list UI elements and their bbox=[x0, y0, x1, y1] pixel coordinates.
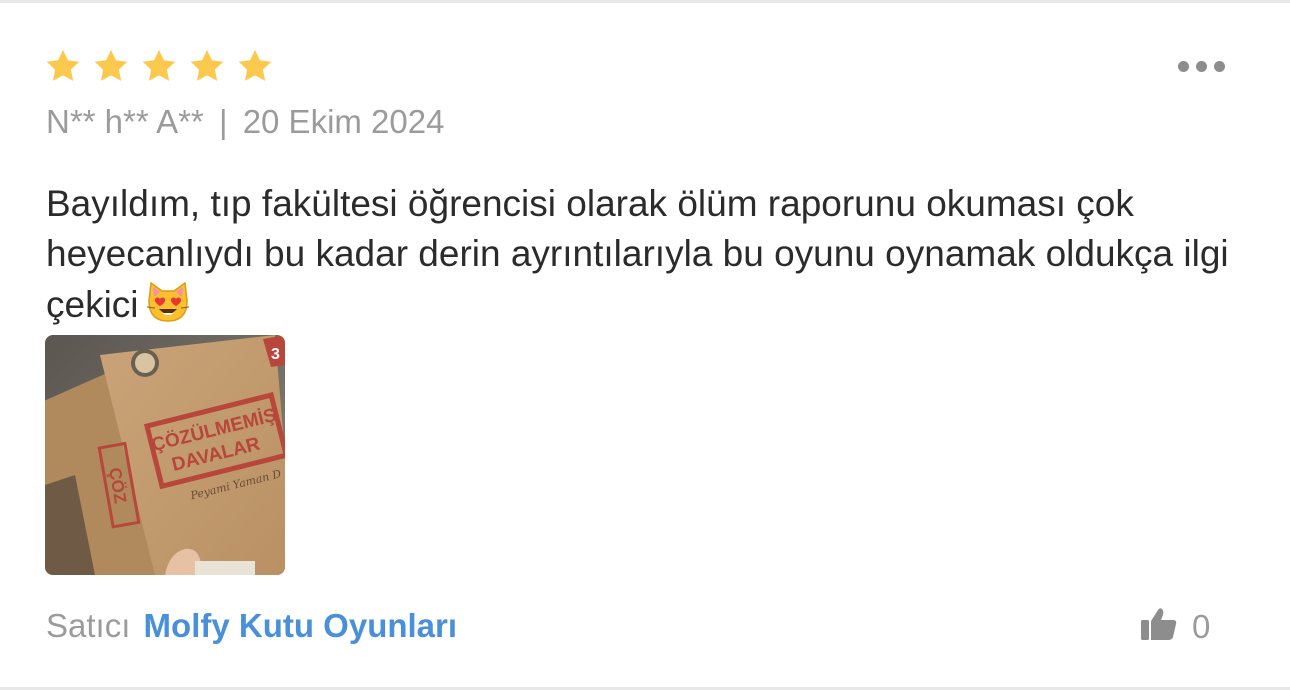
star-icon bbox=[142, 49, 176, 81]
more-dot-icon bbox=[1196, 61, 1207, 72]
photo-badge: 3 bbox=[271, 346, 280, 363]
review-photo[interactable]: ÇÖZÜLMEMİŞ DAVALAR Peyami Yaman D 3 ÇÖZ bbox=[45, 335, 285, 575]
more-options-button[interactable] bbox=[1176, 59, 1227, 74]
review-body: Bayıldım, tıp fakültesi öğrencisi olarak… bbox=[46, 179, 1246, 338]
thumbs-up-icon bbox=[1140, 607, 1178, 646]
meta-separator: | bbox=[218, 103, 228, 140]
review-text: Bayıldım, tıp fakültesi öğrencisi olarak… bbox=[46, 183, 1229, 325]
more-dot-icon bbox=[1178, 61, 1189, 72]
smiling-cat-heart-eyes-icon bbox=[145, 279, 191, 338]
like-count: 0 bbox=[1192, 607, 1211, 645]
reviewer-name: N** h** A** bbox=[46, 103, 204, 140]
like-button[interactable]: 0 bbox=[1140, 607, 1210, 646]
more-dot-icon bbox=[1214, 61, 1225, 72]
review-meta: N** h** A** | 20 Ekim 2024 bbox=[46, 103, 444, 141]
seller-info: Satıcı Molfy Kutu Oyunları bbox=[46, 607, 457, 645]
rating-stars bbox=[44, 47, 274, 85]
star-icon bbox=[190, 49, 224, 81]
star-icon bbox=[238, 49, 272, 81]
seller-label: Satıcı bbox=[46, 607, 131, 644]
seller-link[interactable]: Molfy Kutu Oyunları bbox=[144, 607, 458, 644]
review-card: N** h** A** | 20 Ekim 2024 Bayıldım, tıp… bbox=[0, 0, 1290, 690]
review-date: 20 Ekim 2024 bbox=[242, 103, 445, 140]
star-icon bbox=[94, 49, 128, 81]
star-icon bbox=[46, 49, 80, 81]
